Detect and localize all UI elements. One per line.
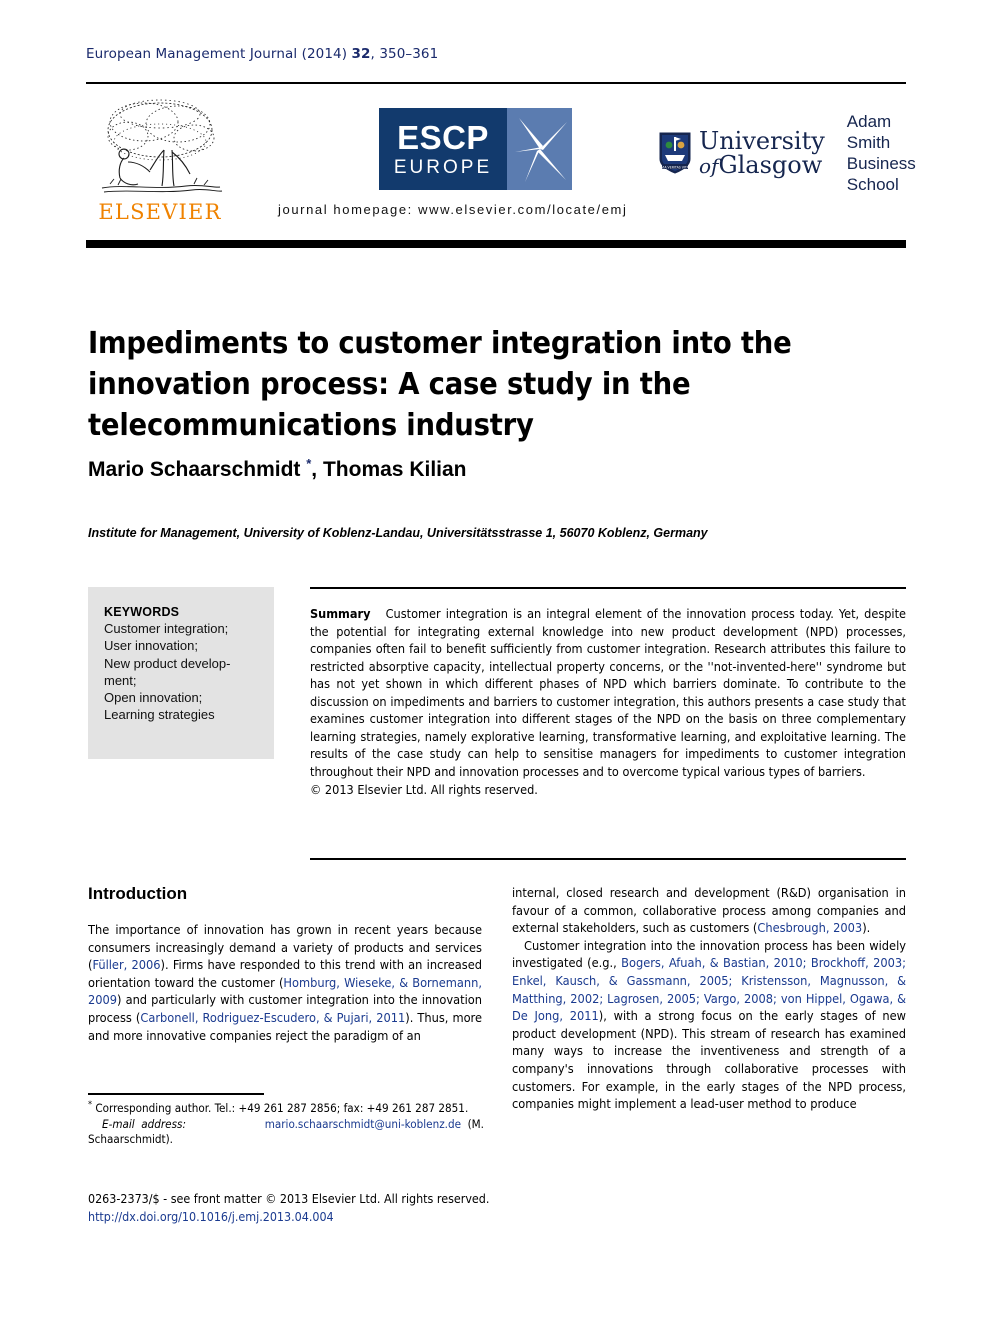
journal-year: (2014) <box>301 46 348 62</box>
glasgow-university-name: University ofGlasgow <box>699 129 825 177</box>
body-column-left: Introduction The importance of innovatio… <box>88 884 482 1044</box>
journal-homepage-link[interactable]: journal homepage: www.elsevier.com/locat… <box>278 202 627 217</box>
glasgow-adam-smith-logo: VIA VERITAS VITA University ofGlasgow Ad… <box>658 112 916 194</box>
elsevier-tree-icon <box>101 99 223 193</box>
page-title: Impediments to customer integration into… <box>88 326 792 443</box>
school-line2: Business School <box>846 154 916 195</box>
elsevier-logo: ELSEVIER <box>94 92 226 232</box>
keywords-box: KEYWORDS Customer integration; User inno… <box>88 587 274 759</box>
glasgow-name-line1: University <box>699 127 825 155</box>
header-rule-bottom <box>86 240 906 248</box>
escp-star-block <box>507 108 572 190</box>
escp-star-icon <box>515 118 567 182</box>
svg-text:VIA VERITAS VITA: VIA VERITAS VITA <box>661 165 689 169</box>
escp-title: ESCP <box>397 119 489 156</box>
journal-pages: , 350–361 <box>370 46 439 62</box>
journal-name: European Management Journal <box>86 46 298 62</box>
abstract-rule-top <box>310 587 906 589</box>
intro-paragraph-left: The importance of innovation has grown i… <box>88 921 482 1044</box>
author-list: Mario Schaarschmidt *, Thomas Kilian <box>88 456 467 482</box>
author-secondary: , Thomas Kilian <box>311 458 467 481</box>
header-rule-top <box>86 82 906 84</box>
escp-text-block: ESCP EUROPE <box>379 108 507 190</box>
footer-issn-block: 0263-2373/$ - see front matter © 2013 El… <box>88 1190 548 1226</box>
footnote-corresponding: * Corresponding author. Tel.: +49 261 28… <box>88 1099 484 1117</box>
body-column-right: internal, closed research and developmen… <box>512 884 906 1113</box>
elsevier-wordmark: ELSEVIER <box>98 200 222 224</box>
glasgow-of: of <box>699 154 719 178</box>
intro-paragraph-right-2: Customer integration into the innovation… <box>512 937 906 1113</box>
issn-line: 0263-2373/$ - see front matter © 2013 El… <box>88 1191 490 1206</box>
footnote-email-address[interactable]: mario.schaarschmidt@uni-koblenz.de <box>265 1117 461 1131</box>
publisher-logo-band: ELSEVIER ESCP EUROPE journal homepage: w… <box>86 92 916 234</box>
footnote-email-line: E-mail address: mario.schaarschmidt@uni-… <box>88 1117 484 1148</box>
glasgow-crest-icon: VIA VERITAS VITA <box>658 131 692 175</box>
summary-text: Customer integration is an integral elem… <box>310 606 906 779</box>
footnote-corresponding-text: Corresponding author. Tel.: +49 261 287 … <box>92 1100 469 1115</box>
glasgow-city: Glasgow <box>718 151 823 179</box>
citation-fuller-2006[interactable]: Füller, 2006 <box>92 957 160 972</box>
author-primary: Mario Schaarschmidt <box>88 458 307 481</box>
citation-chesbrough-2003[interactable]: Chesbrough, 2003 <box>757 920 862 935</box>
citation-carbonell-2011[interactable]: Carbonell, Rodriguez-Escudero, & Pujari,… <box>140 1010 405 1025</box>
right-text-d: ), with a strong focus on the early stag… <box>512 1008 906 1112</box>
footnote-email-label: E-mail address: <box>102 1116 186 1131</box>
footnote-block: * Corresponding author. Tel.: +49 261 28… <box>88 1099 484 1148</box>
author-affiliation: Institute for Management, University of … <box>88 526 708 540</box>
summary-copyright: © 2013 Elsevier Ltd. All rights reserved… <box>310 782 538 797</box>
school-line1: Adam Smith <box>846 111 892 152</box>
escp-subtitle: EUROPE <box>393 157 493 178</box>
abstract-rule-bottom <box>310 858 906 860</box>
footnote-rule <box>88 1093 264 1095</box>
escp-europe-logo: ESCP EUROPE <box>379 108 572 190</box>
keywords-heading: KEYWORDS <box>104 605 180 619</box>
section-heading-introduction: Introduction <box>88 884 188 903</box>
adam-smith-business-school: Adam Smith Business School <box>847 111 916 196</box>
journal-volume: 32 <box>351 46 371 62</box>
right-text-b: ). <box>862 920 871 936</box>
abstract-summary: Summary Customer integration is an integ… <box>310 605 906 799</box>
doi-link[interactable]: http://dx.doi.org/10.1016/j.emj.2013.04.… <box>88 1208 548 1226</box>
keywords-list: Customer integration; User innovation; N… <box>104 621 231 723</box>
summary-label: Summary <box>310 606 371 621</box>
glasgow-name-line2: ofGlasgow <box>699 153 825 177</box>
journal-citation: European Management Journal (2014) 32, 3… <box>86 46 438 62</box>
paper-page: European Management Journal (2014) 32, 3… <box>0 0 992 1323</box>
intro-paragraph-right-1: internal, closed research and developmen… <box>512 884 906 937</box>
